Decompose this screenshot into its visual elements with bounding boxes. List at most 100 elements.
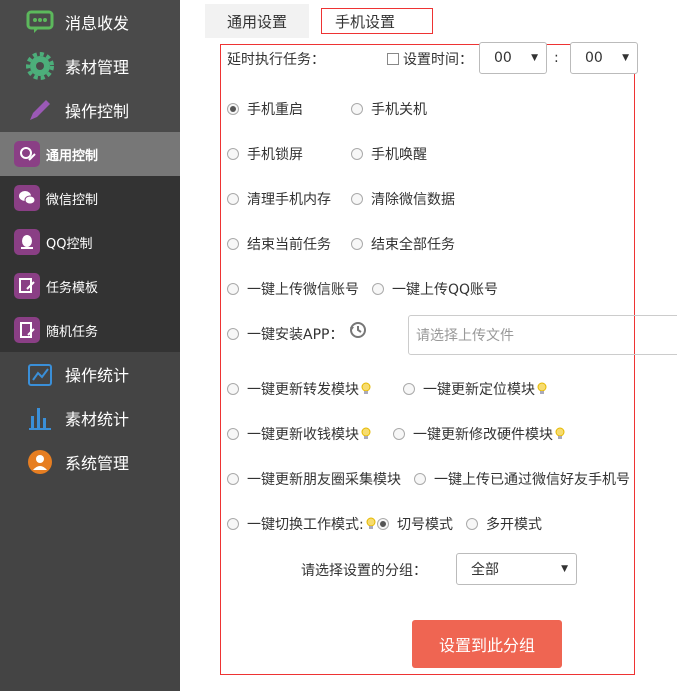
minute-select[interactable]: 00 ▼ <box>570 42 638 74</box>
option-restart[interactable]: 手机重启 <box>227 99 303 119</box>
radio-button[interactable] <box>227 103 239 115</box>
sidebar-item-wechat-control[interactable]: 微信控制 <box>0 176 180 220</box>
hour-select[interactable]: 00 ▼ <box>479 42 547 74</box>
sidebar-item-operations[interactable]: 操作控制 <box>0 88 180 132</box>
time-separator: : <box>554 50 559 66</box>
option-label: 一键安装APP： <box>247 327 344 343</box>
radio-button[interactable] <box>414 473 426 485</box>
option-label: 手机锁屏 <box>247 147 303 163</box>
chat-icon <box>25 7 55 37</box>
chevron-down-icon: ▼ <box>561 564 568 574</box>
radio-button[interactable] <box>227 193 239 205</box>
radio-button[interactable] <box>351 103 363 115</box>
sidebar-item-label: 素材管理 <box>65 58 130 77</box>
apply-to-group-button[interactable]: 设置到此分组 <box>412 620 562 668</box>
option-label: 结束当前任务 <box>247 237 331 253</box>
sidebar-item-label: 随机任务 <box>46 324 99 340</box>
radio-button[interactable] <box>466 518 478 530</box>
radio-button[interactable] <box>227 473 239 485</box>
radio-button[interactable] <box>227 238 239 250</box>
option-label: 一键上传已通过微信好友手机号 <box>434 472 630 488</box>
minute-value: 00 <box>585 50 603 66</box>
sidebar-item-random-task[interactable]: 随机任务 <box>0 308 180 352</box>
option-update-pay[interactable]: 一键更新收钱模块 <box>227 424 371 444</box>
radio-button[interactable] <box>393 428 405 440</box>
option-end-all[interactable]: 结束全部任务 <box>351 234 455 254</box>
group-select[interactable]: 全部 ▼ <box>456 553 577 585</box>
sidebar-item-operation-stats[interactable]: 操作统计 <box>0 352 180 396</box>
option-label: 一键上传QQ账号 <box>392 282 499 298</box>
option-shutdown[interactable]: 手机关机 <box>351 99 427 119</box>
sidebar-item-label: 操作统计 <box>65 366 130 385</box>
option-clear-memory[interactable]: 清理手机内存 <box>227 189 331 209</box>
radio-button[interactable] <box>403 383 415 395</box>
radio-button[interactable] <box>351 148 363 160</box>
lightbulb-icon <box>555 427 565 439</box>
option-install-app[interactable]: 一键安装APP： <box>227 324 343 344</box>
set-time-label: 设置时间： <box>403 52 473 68</box>
radio-button[interactable] <box>227 428 239 440</box>
group-value: 全部 <box>471 562 499 578</box>
set-time-checkbox[interactable] <box>387 53 399 65</box>
chevron-down-icon: ▼ <box>622 53 629 63</box>
radio-button[interactable] <box>372 283 384 295</box>
option-lock[interactable]: 手机锁屏 <box>227 144 303 164</box>
option-update-forward[interactable]: 一键更新转发模块 <box>227 379 371 399</box>
sidebar-item-task-template[interactable]: 任务模板 <box>0 264 180 308</box>
option-label: 一键更新收钱模块 <box>247 427 359 443</box>
option-update-hardware[interactable]: 一键更新修改硬件模块 <box>393 424 565 444</box>
user-icon <box>25 447 55 477</box>
sidebar-item-materials[interactable]: 素材管理 <box>0 44 180 88</box>
radio-button[interactable] <box>227 148 239 160</box>
bar-chart-icon <box>25 403 55 433</box>
sidebar-item-qq-control[interactable]: QQ控制 <box>0 220 180 264</box>
settings-edit-icon <box>14 141 40 167</box>
option-update-moments[interactable]: 一键更新朋友圈采集模块 <box>227 469 401 489</box>
option-end-current[interactable]: 结束当前任务 <box>227 234 331 254</box>
option-upload-wechat[interactable]: 一键上传微信账号 <box>227 279 359 299</box>
template-icon <box>14 273 40 299</box>
option-switch-mode[interactable]: 一键切换工作模式: <box>227 514 376 534</box>
sidebar-item-label: 素材统计 <box>65 410 130 429</box>
radio-button[interactable] <box>377 518 389 530</box>
option-clear-wechat[interactable]: 清除微信数据 <box>351 189 455 209</box>
radio-button[interactable] <box>351 193 363 205</box>
option-upload-friends[interactable]: 一键上传已通过微信好友手机号 <box>414 469 630 489</box>
random-task-icon <box>14 317 40 343</box>
delay-label: 延时执行任务： <box>227 52 325 68</box>
option-mode-switch[interactable]: 切号模式 <box>377 514 453 534</box>
set-time-option[interactable]: 设置时间： <box>387 46 473 72</box>
tab-general-settings[interactable]: 通用设置 <box>205 4 310 38</box>
sidebar-item-label: 操作控制 <box>65 102 130 121</box>
option-update-locate[interactable]: 一键更新定位模块 <box>403 379 547 399</box>
option-label: 一键上传微信账号 <box>247 282 359 298</box>
upload-file-input[interactable]: 请选择上传文件 <box>408 315 677 355</box>
option-wake[interactable]: 手机唤醒 <box>351 144 427 164</box>
sidebar-item-material-stats[interactable]: 素材统计 <box>0 396 180 440</box>
option-upload-qq[interactable]: 一键上传QQ账号 <box>372 279 498 299</box>
sidebar-item-label: 消息收发 <box>65 14 130 33</box>
sidebar: 消息收发 素材管理 操作控制 通用控制 微信控制 QQ控制 任务模板 随机任务 … <box>0 0 180 691</box>
radio-button[interactable] <box>227 518 239 530</box>
sidebar-item-messages[interactable]: 消息收发 <box>0 0 180 44</box>
delay-row: 延时执行任务： <box>227 46 325 72</box>
option-label: 一键更新转发模块 <box>247 382 359 398</box>
sidebar-item-system-management[interactable]: 系统管理 <box>0 440 180 484</box>
pencil-icon <box>25 95 55 125</box>
lightbulb-icon <box>537 382 547 394</box>
sidebar-item-general-control[interactable]: 通用控制 <box>0 132 180 176</box>
radio-button[interactable] <box>227 283 239 295</box>
radio-button[interactable] <box>227 328 239 340</box>
radio-button[interactable] <box>227 383 239 395</box>
history-icon[interactable] <box>348 320 368 344</box>
qq-icon <box>14 229 40 255</box>
tab-phone-settings[interactable]: 手机设置 <box>313 4 418 38</box>
radio-button[interactable] <box>351 238 363 250</box>
line-chart-icon <box>25 359 55 389</box>
option-mode-multi[interactable]: 多开模式 <box>466 514 542 534</box>
option-label: 清除微信数据 <box>371 192 455 208</box>
lightbulb-icon <box>361 427 371 439</box>
group-label: 请选择设置的分组： <box>301 563 427 579</box>
sidebar-item-label: QQ控制 <box>46 236 93 252</box>
option-label: 一键更新定位模块 <box>423 382 535 398</box>
